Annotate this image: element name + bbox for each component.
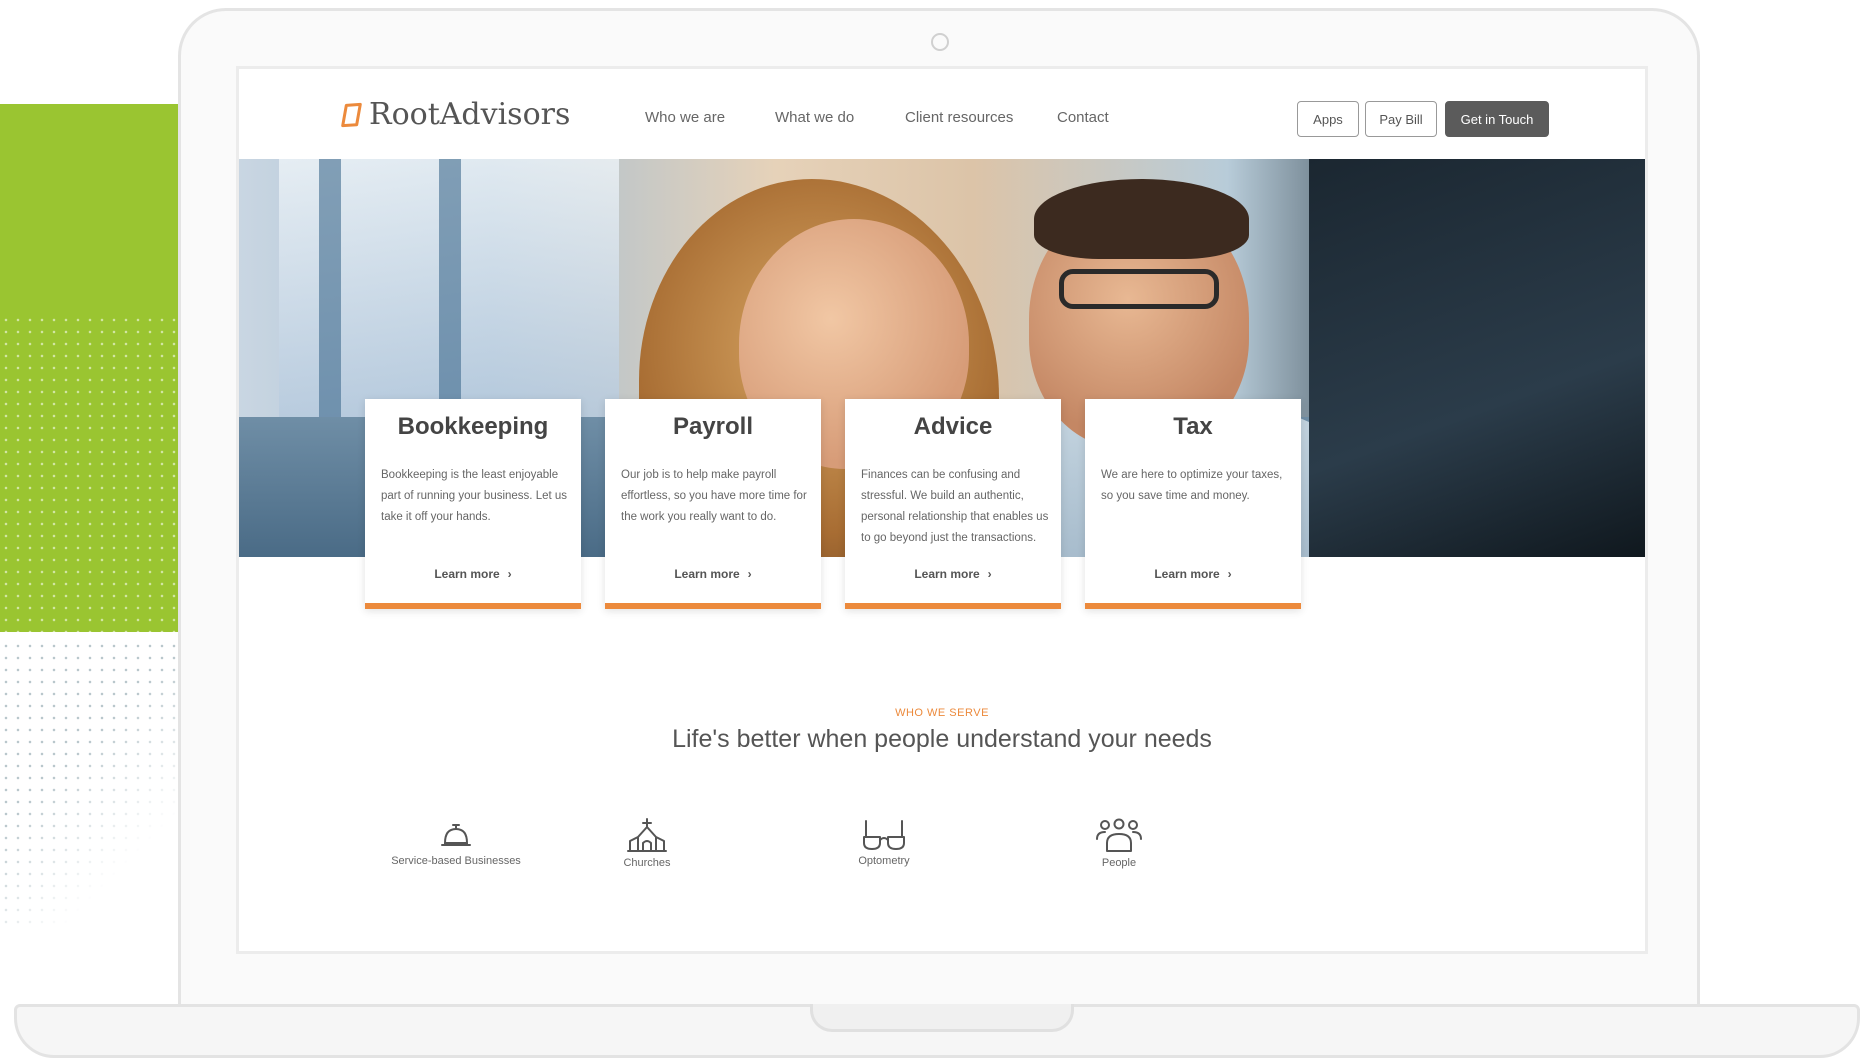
hero-man-hair: [1034, 179, 1249, 259]
serve-item-label: Optometry: [858, 855, 910, 867]
service-bell-icon: [441, 824, 471, 846]
nav-item-what-we-do[interactable]: What we do: [775, 109, 854, 126]
serve-item-label: Service-based Businesses: [391, 855, 521, 867]
learn-more-link[interactable]: Learn more ›: [1085, 567, 1301, 581]
learn-more-label: Learn more: [674, 567, 740, 581]
people-icon: [1096, 818, 1142, 852]
learn-more-link[interactable]: Learn more ›: [605, 567, 821, 581]
leaf-logo-icon: [341, 102, 362, 127]
service-card-tax: Tax We are here to optimize your taxes, …: [1085, 399, 1301, 609]
hero-man-glasses: [1059, 269, 1219, 309]
decorative-dot-pattern: [0, 640, 180, 930]
card-description: Our job is to help make payroll effortle…: [621, 469, 807, 523]
serve-item-label: Churches: [623, 857, 671, 869]
serve-item-optometry[interactable]: Optometry: [839, 817, 929, 867]
learn-more-link[interactable]: Learn more ›: [845, 567, 1061, 581]
nav-item-who-we-are[interactable]: Who we are: [645, 109, 725, 126]
brand-logo[interactable]: RootAdvisors: [339, 97, 570, 132]
card-title: Payroll: [672, 413, 754, 440]
section-heading: Life's better when people understand you…: [672, 725, 1212, 753]
section-eyebrow: WHO WE SERVE: [895, 707, 989, 719]
chevron-right-icon: ›: [507, 567, 512, 581]
nav-item-contact[interactable]: Contact: [1057, 109, 1109, 126]
site-header: RootAdvisors Who we are What we do Clien…: [239, 69, 1645, 159]
learn-more-label: Learn more: [434, 567, 500, 581]
nav-item-client-resources[interactable]: Client resources: [905, 109, 1013, 126]
service-card-bookkeeping: Bookkeeping Bookkeeping is the least enj…: [365, 399, 581, 609]
chevron-right-icon: ›: [987, 567, 992, 581]
church-icon: [627, 818, 667, 852]
hero-computer-monitor: [1309, 159, 1645, 557]
apps-button[interactable]: Apps: [1297, 101, 1359, 137]
card-description: Bookkeeping is the least enjoyable part …: [381, 469, 568, 523]
brand-name: RootAdvisors: [369, 97, 571, 132]
service-card-payroll: Payroll Our job is to help make payroll …: [605, 399, 821, 609]
card-title: Tax: [1173, 413, 1213, 440]
laptop-camera: [931, 33, 949, 51]
service-card-advice: Advice Finances can be confusing and str…: [845, 399, 1061, 609]
learn-more-label: Learn more: [914, 567, 980, 581]
website-screen: RootAdvisors Who we are What we do Clien…: [236, 66, 1648, 954]
chevron-right-icon: ›: [747, 567, 752, 581]
serve-item-churches[interactable]: Churches: [607, 817, 687, 869]
chevron-right-icon: ›: [1227, 567, 1232, 581]
hero-window-frame: [439, 159, 461, 437]
hero-window-frame: [319, 159, 341, 437]
laptop-base-notch: [810, 1004, 1074, 1032]
decorative-green-block: [0, 104, 180, 632]
serve-item-people[interactable]: People: [1079, 817, 1159, 869]
learn-more-link[interactable]: Learn more ›: [365, 567, 581, 581]
card-title: Advice: [913, 413, 993, 440]
card-title: Bookkeeping: [397, 413, 549, 440]
get-in-touch-button[interactable]: Get in Touch: [1445, 101, 1549, 137]
serve-item-label: People: [1101, 857, 1137, 869]
pay-bill-button[interactable]: Pay Bill: [1365, 101, 1437, 137]
glasses-icon: [863, 820, 905, 850]
serve-item-service-businesses[interactable]: Service-based Businesses: [387, 817, 525, 867]
card-description: We are here to optimize your taxes, so y…: [1101, 469, 1283, 502]
learn-more-label: Learn more: [1154, 567, 1220, 581]
card-description: Finances can be confusing and stressful.…: [861, 469, 1049, 544]
